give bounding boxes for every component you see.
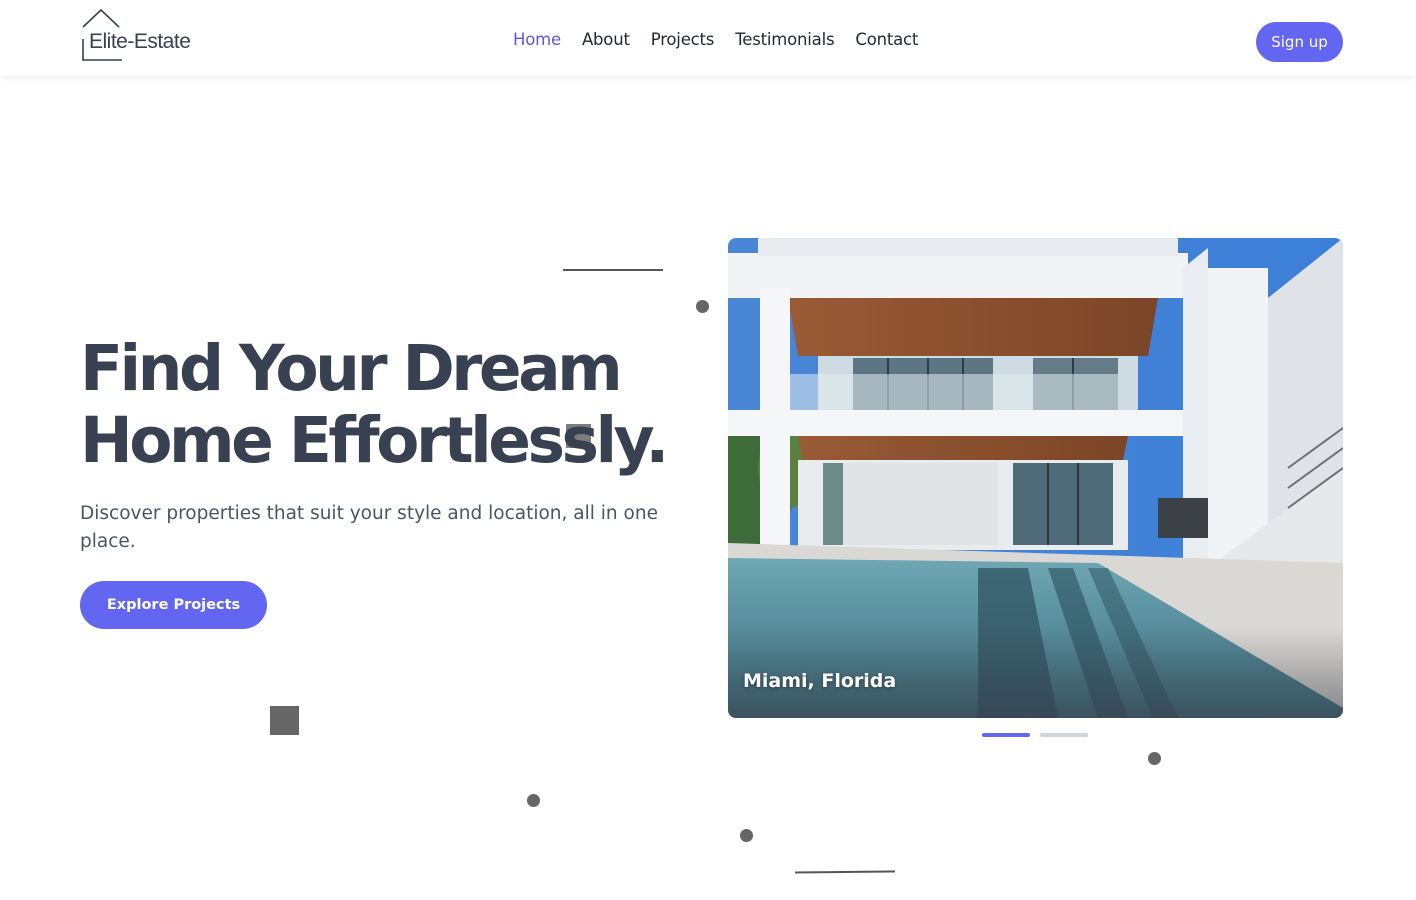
top-navbar: Elite-Estate Home About Projects Testimo… [0,0,1416,76]
hero-heading-line-1: Find Your Dream [80,332,623,405]
hero-subtitle: Discover properties that suit your style… [80,503,658,552]
hero-heading-line-2: Home Effortlessly. [80,404,669,477]
decor-dot [696,300,709,313]
hero-heading: Find Your Dream Home Effortlessly. [80,333,720,477]
brand-name: Elite-Estate [89,30,191,53]
decor-dot [1148,752,1161,765]
decor-dot [740,829,753,842]
nav-home[interactable]: Home [513,30,561,49]
decor-line [563,269,663,271]
carousel-indicator-1[interactable] [982,733,1030,737]
decor-dot [527,794,540,807]
carousel-indicators [982,733,1088,737]
explore-projects-button[interactable]: Explore Projects [80,581,267,629]
nav-about[interactable]: About [582,30,630,49]
nav-projects[interactable]: Projects [651,30,715,49]
signup-button[interactable]: Sign up [1256,22,1343,62]
decor-square [270,706,299,735]
main-nav: Home About Projects Testimonials Contact [513,30,918,49]
carousel-indicator-2[interactable] [1040,733,1088,737]
property-carousel-slide[interactable]: Miami, Florida [728,238,1343,718]
decor-line [794,870,896,874]
brand-logo[interactable]: Elite-Estate [82,9,202,61]
property-location: Miami, Florida [743,670,897,692]
nav-contact[interactable]: Contact [855,30,918,49]
nav-testimonials[interactable]: Testimonials [735,30,834,49]
